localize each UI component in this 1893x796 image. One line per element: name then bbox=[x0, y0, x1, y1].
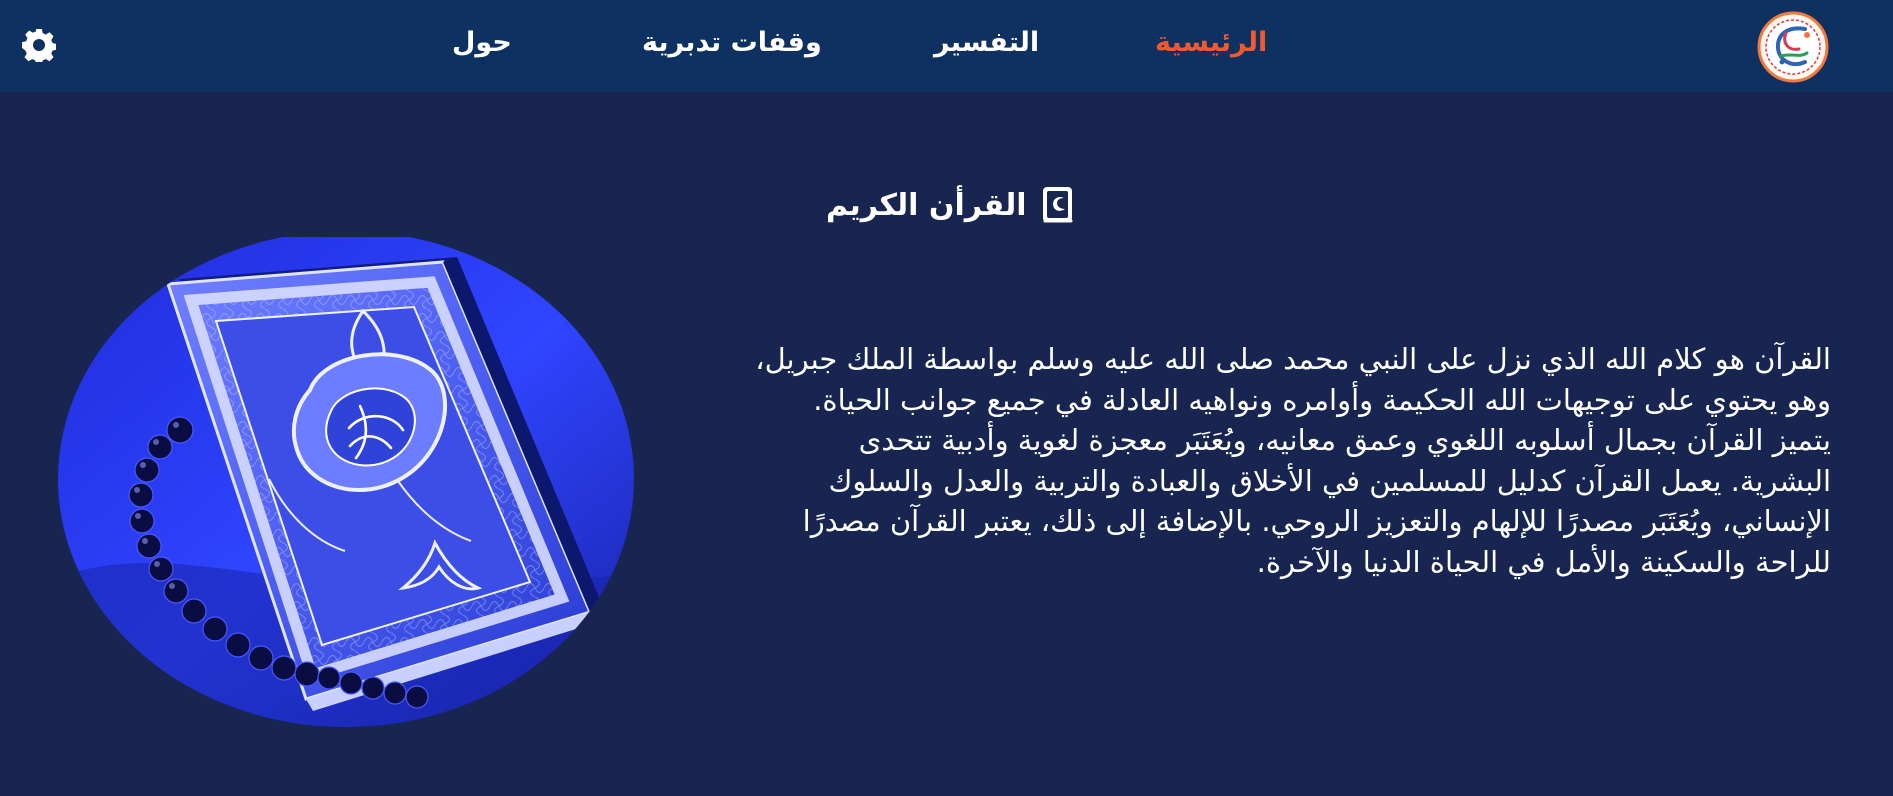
quran-logo-icon[interactable] bbox=[1757, 11, 1829, 83]
nav-home[interactable]: الرئيسية bbox=[1155, 25, 1267, 61]
gear-icon[interactable] bbox=[22, 28, 56, 62]
page-title: القرأن الكريم bbox=[826, 182, 1077, 228]
book-icon bbox=[1042, 187, 1073, 223]
nav-reflections[interactable]: وقفات تدبرية bbox=[642, 25, 822, 61]
top-navbar: الرئيسية التفسير وقفات تدبرية حول bbox=[0, 0, 1893, 92]
quran-description: القرآن هو كلام الله الذي نزل على النبي م… bbox=[755, 342, 1831, 579]
nav-about[interactable]: حول bbox=[452, 25, 512, 61]
quran-book-with-prayer-beads-image bbox=[58, 237, 634, 727]
nav-tafsir[interactable]: التفسير bbox=[934, 25, 1039, 61]
title-text: القرأن الكريم bbox=[826, 187, 1027, 223]
